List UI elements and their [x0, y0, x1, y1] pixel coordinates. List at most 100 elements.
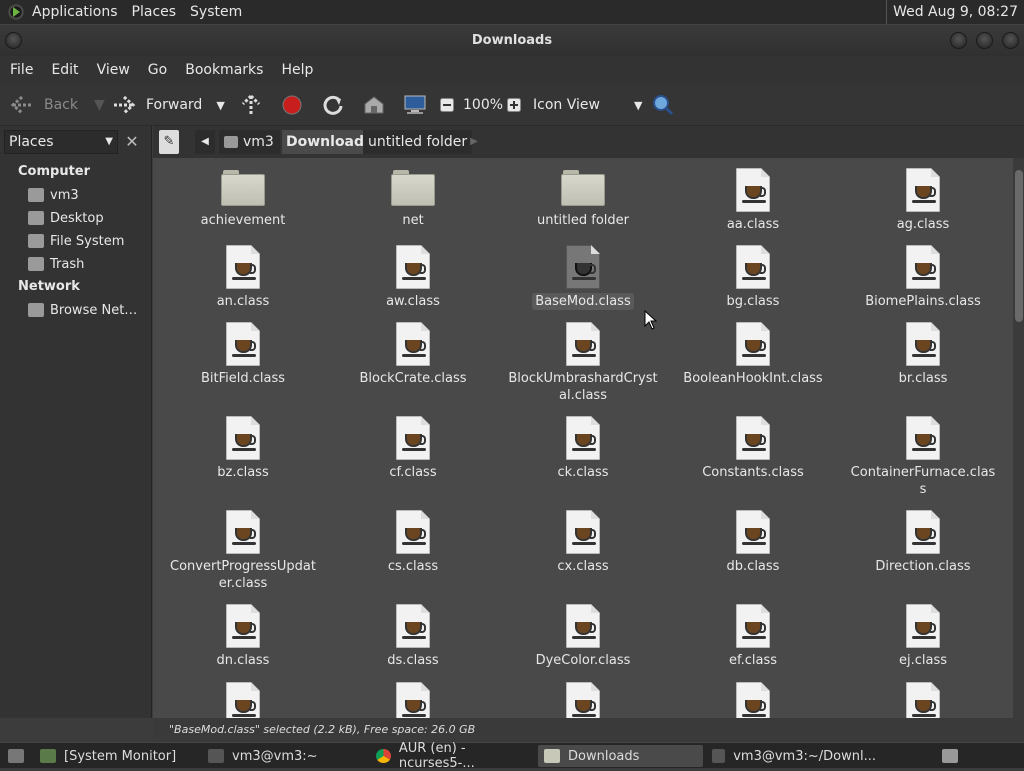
java-class-file-icon [226, 416, 260, 460]
sidebar-item-vm3[interactable]: vm3 [28, 184, 79, 206]
file-item[interactable]: DyeColor.class [503, 604, 663, 669]
file-item[interactable]: ck.class [503, 416, 663, 481]
scrollbar[interactable] [1013, 158, 1024, 718]
breadcrumb-forward-button[interactable]: ▶ [465, 130, 483, 154]
file-item[interactable] [673, 682, 833, 718]
task-terminal-1[interactable]: vm3@vm3:~ [202, 745, 367, 767]
view-mode-select[interactable]: Icon View ▼ [533, 84, 642, 126]
menu-go[interactable]: Go [148, 62, 167, 78]
file-item[interactable]: BooleanHookInt.class [673, 322, 833, 387]
file-item[interactable]: BlockUmbrashardCrystal.class [503, 322, 663, 404]
file-item[interactable]: cf.class [333, 416, 493, 481]
folder-item[interactable]: untitled folder [503, 168, 663, 229]
file-item[interactable]: BaseMod.class [503, 245, 663, 310]
file-item[interactable]: bz.class [163, 416, 323, 481]
menu-help[interactable]: Help [281, 62, 313, 78]
edit-location-button[interactable]: ✎ [159, 130, 179, 154]
file-item[interactable]: cs.class [333, 510, 493, 575]
home-button[interactable] [363, 84, 385, 126]
file-item[interactable]: ConvertProgressUpdater.class [163, 510, 323, 592]
sidebar-item-trash[interactable]: Trash [28, 253, 84, 275]
menu-edit[interactable]: Edit [51, 62, 78, 78]
folder-item[interactable]: net [333, 168, 493, 229]
distro-logo-icon[interactable] [6, 2, 26, 22]
file-item[interactable] [163, 682, 323, 718]
reload-button[interactable] [322, 84, 344, 126]
sidebar-item-browse-network[interactable]: Browse Net… [28, 299, 137, 321]
forward-button[interactable]: Forward ▼ [112, 84, 225, 126]
file-item[interactable]: BlockCrate.class [333, 322, 493, 387]
computer-button[interactable] [403, 84, 427, 126]
file-item[interactable]: an.class [163, 245, 323, 310]
file-item[interactable]: aa.class [673, 168, 833, 233]
java-class-file-icon [566, 245, 600, 289]
file-item[interactable]: ef.class [673, 604, 833, 669]
file-item[interactable]: cx.class [503, 510, 663, 575]
breadcrumb-item-vm3[interactable]: vm3 [219, 130, 280, 154]
up-button[interactable] [240, 84, 262, 126]
window-title: Downloads [471, 33, 553, 48]
stop-button[interactable] [282, 84, 302, 126]
applications-menu[interactable]: Applications [32, 4, 118, 20]
breadcrumb-back-button[interactable]: ◀ [195, 130, 215, 154]
file-item[interactable]: ag.class [843, 168, 1003, 233]
file-item[interactable]: br.class [843, 322, 1003, 387]
home-folder-icon [28, 188, 44, 202]
file-item[interactable]: Direction.class [843, 510, 1003, 575]
sidebar-item-filesystem[interactable]: File System [28, 230, 124, 252]
menu-bookmarks[interactable]: Bookmarks [185, 62, 263, 78]
zoom-level[interactable]: 100% [463, 84, 503, 126]
task-browser[interactable]: AUR (en) - ncurses5-... [370, 741, 535, 771]
drive-icon [28, 234, 44, 248]
maximize-button[interactable] [976, 32, 993, 49]
workspace-switcher[interactable] [936, 745, 958, 767]
folder-item[interactable]: achievement [163, 168, 323, 229]
file-item[interactable]: ContainerFurnace.class [843, 416, 1003, 498]
file-item[interactable]: BiomePlains.class [843, 245, 1003, 310]
file-item[interactable] [333, 682, 493, 718]
system-menu[interactable]: System [190, 4, 242, 20]
file-item[interactable]: Constants.class [673, 416, 833, 481]
forward-dropdown-icon[interactable]: ▼ [216, 99, 224, 112]
file-item[interactable] [503, 682, 663, 718]
close-button[interactable] [1002, 32, 1019, 49]
file-item[interactable]: bg.class [673, 245, 833, 310]
back-button[interactable]: Back ▼ [10, 84, 105, 126]
places-menu[interactable]: Places [132, 4, 177, 20]
item-label: br.class [898, 371, 948, 386]
sidebar-pane-select[interactable]: Places ▼ [4, 130, 118, 154]
menu-view[interactable]: View [97, 62, 130, 78]
task-downloads[interactable]: Downloads [538, 745, 703, 767]
file-item[interactable]: BitField.class [163, 322, 323, 387]
sidebar-item-desktop[interactable]: Desktop [28, 207, 104, 229]
file-item[interactable]: ej.class [843, 604, 1003, 669]
java-class-file-icon [736, 510, 770, 554]
breadcrumb-item-untitled-folder[interactable]: untitled folder [363, 130, 473, 154]
task-system-monitor[interactable]: [System Monitor] [34, 745, 199, 767]
sidebar-section-network: Network [18, 279, 80, 294]
window-titlebar[interactable]: Downloads [0, 24, 1024, 56]
java-class-file-icon [736, 682, 770, 718]
zoom-in-button[interactable] [507, 84, 521, 126]
clock[interactable]: Wed Aug 9, 08:27 [886, 0, 1024, 24]
scrollbar-thumb[interactable] [1015, 170, 1023, 322]
show-desktop-button[interactable] [2, 745, 26, 767]
minimize-button[interactable] [950, 32, 967, 49]
item-label: dn.class [216, 653, 270, 668]
file-item[interactable]: db.class [673, 510, 833, 575]
icon-view[interactable]: achievement net untitled folder aa.class ag.… [153, 158, 1013, 718]
close-icon[interactable]: ✕ [122, 132, 142, 152]
zoom-out-button[interactable] [440, 84, 454, 126]
file-item[interactable] [843, 682, 1003, 718]
back-dropdown-icon[interactable]: ▼ [94, 97, 105, 113]
java-class-file-icon [566, 322, 600, 366]
java-class-file-icon [566, 682, 600, 718]
java-class-file-icon [736, 604, 770, 648]
file-item[interactable]: dn.class [163, 604, 323, 669]
menu-file[interactable]: File [10, 62, 33, 78]
task-terminal-2[interactable]: vm3@vm3:~/Downl... [706, 745, 876, 767]
item-label: ContainerFurnace.class [850, 465, 996, 497]
file-item[interactable]: aw.class [333, 245, 493, 310]
file-item[interactable]: ds.class [333, 604, 493, 669]
search-button[interactable] [652, 84, 674, 126]
